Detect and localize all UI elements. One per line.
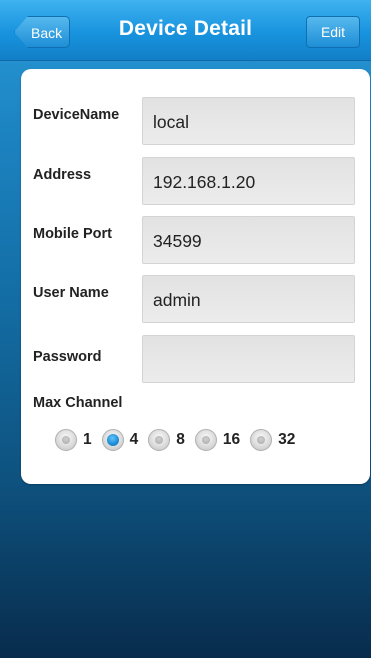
radio-unselected-icon xyxy=(250,429,273,451)
radio-unselected-icon xyxy=(148,429,171,451)
device-name-label: DeviceName xyxy=(33,107,120,123)
password-label: Password xyxy=(33,349,102,365)
device-form-card: DeviceName local Address 192.168.1.20 Mo… xyxy=(21,69,370,484)
channel-option-1[interactable]: 1 xyxy=(55,429,92,451)
device-name-field[interactable]: local xyxy=(142,97,355,145)
mobile-port-row: Mobile Port 34599 xyxy=(21,216,370,264)
edit-button[interactable]: Edit xyxy=(306,16,360,48)
max-channel-label: Max Channel xyxy=(33,395,123,411)
channel-option-label: 16 xyxy=(222,431,241,448)
mobile-port-field[interactable]: 34599 xyxy=(142,216,355,264)
top-bar: Back Device Detail Edit xyxy=(0,0,371,61)
address-label: Address xyxy=(33,167,92,183)
user-name-label: User Name xyxy=(33,285,109,301)
address-row: Address 192.168.1.20 xyxy=(21,157,370,205)
user-name-row: User Name admin xyxy=(21,275,370,323)
channel-option-16[interactable]: 16 xyxy=(194,429,241,451)
radio-unselected-icon xyxy=(55,429,77,451)
channel-option-32[interactable]: 32 xyxy=(250,429,295,451)
password-field[interactable] xyxy=(142,335,355,383)
user-name-field[interactable]: admin xyxy=(142,275,355,323)
channel-option-label: 4 xyxy=(129,431,139,448)
mobile-port-label: Mobile Port xyxy=(33,226,112,242)
channel-option-label: 8 xyxy=(176,431,185,448)
channel-option-label: 1 xyxy=(83,431,92,448)
address-field[interactable]: 192.168.1.20 xyxy=(142,157,355,205)
device-detail-screen: Back Device Detail Edit DeviceName local… xyxy=(0,0,371,658)
channel-option-label: 32 xyxy=(278,431,296,448)
max-channel-radio-group: 1 4 8 16 32 xyxy=(55,426,305,454)
channel-option-4[interactable]: 4 xyxy=(101,429,139,451)
password-row: Password xyxy=(21,335,370,383)
device-name-row: DeviceName local xyxy=(21,97,370,145)
radio-unselected-icon xyxy=(194,429,217,451)
radio-selected-icon xyxy=(101,429,124,451)
channel-option-8[interactable]: 8 xyxy=(148,429,185,451)
